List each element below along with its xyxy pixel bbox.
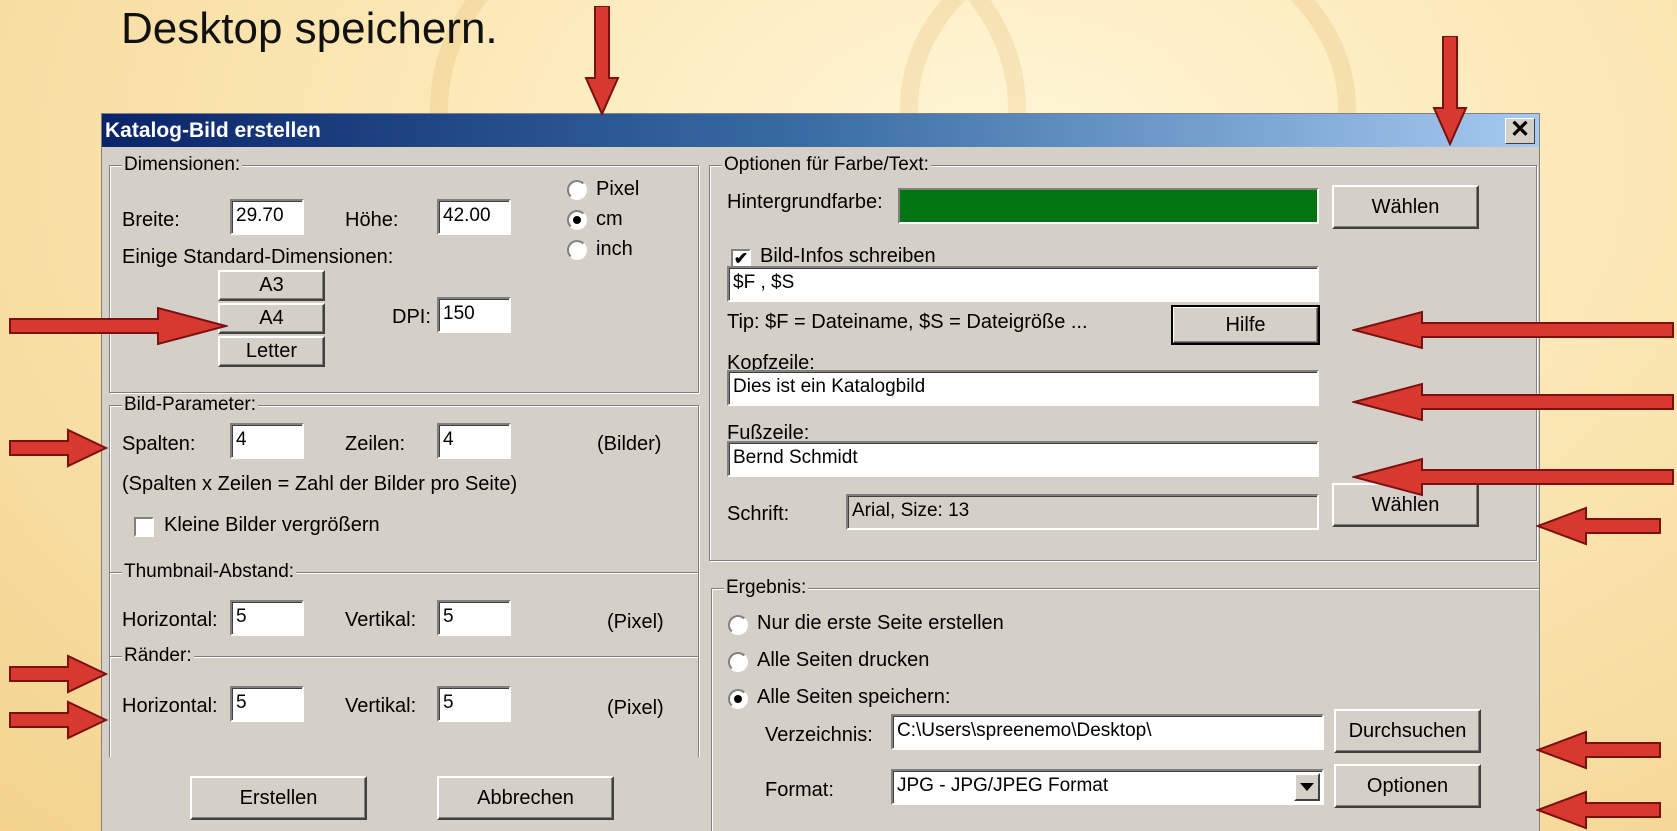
browse-button[interactable]: Durchsuchen bbox=[1334, 709, 1481, 753]
dialog-title: Katalog-Bild erstellen bbox=[105, 119, 321, 142]
dpi-label: DPI: bbox=[392, 306, 431, 328]
slide-title: Desktop speichern. bbox=[121, 4, 498, 53]
margins-vertical-label: Vertikal: bbox=[345, 695, 417, 717]
save-all-radio[interactable] bbox=[728, 689, 748, 709]
image-params-legend: Bild-Parameter: bbox=[122, 394, 258, 416]
margins-separator: Ränder: bbox=[110, 645, 698, 667]
format-selected-value: JPG - JPG/JPEG Format bbox=[897, 775, 1109, 796]
height-label: Höhe: bbox=[345, 209, 399, 231]
width-input[interactable]: 29.70 bbox=[230, 199, 304, 235]
footer-input[interactable]: Bernd Schmidt bbox=[727, 441, 1319, 477]
create-button[interactable]: Erstellen bbox=[190, 776, 367, 820]
result-legend: Ergebnis: bbox=[724, 577, 809, 599]
arrow-down-icon bbox=[584, 6, 620, 116]
columns-input[interactable]: 4 bbox=[230, 423, 304, 459]
font-display: Arial, Size: 13 bbox=[846, 494, 1319, 530]
format-options-button[interactable]: Optionen bbox=[1334, 764, 1481, 808]
spacing-vertical-input[interactable]: 5 bbox=[437, 600, 511, 636]
background-color-swatch[interactable] bbox=[898, 188, 1319, 224]
preset-letter-button[interactable]: Letter bbox=[218, 336, 325, 367]
help-button[interactable]: Hilfe bbox=[1171, 305, 1320, 345]
dialog-titlebar[interactable]: Katalog-Bild erstellen ✕ bbox=[102, 114, 1539, 147]
unit-inch-radio[interactable] bbox=[567, 240, 587, 260]
spacing-vertical-label: Vertikal: bbox=[345, 609, 417, 631]
arrow-right-icon bbox=[9, 654, 108, 694]
spacing-horizontal-input[interactable]: 5 bbox=[230, 600, 304, 636]
first-page-only-label: Nur die erste Seite erstellen bbox=[757, 612, 1004, 634]
presets-label: Einige Standard-Dimensionen: bbox=[122, 246, 394, 268]
margins-unit-label: (Pixel) bbox=[607, 697, 664, 719]
arrow-left-icon bbox=[1352, 382, 1674, 422]
tip-text: Tip: $F = Dateiname, $S = Dateigröße ... bbox=[727, 311, 1088, 333]
image-info-input[interactable]: $F , $S bbox=[727, 266, 1319, 302]
arrow-right-icon bbox=[9, 306, 228, 346]
dimensions-legend: Dimensionen: bbox=[122, 154, 243, 176]
width-label: Breite: bbox=[122, 209, 180, 231]
dimensions-group: Dimensionen: Breite: 29.70 Höhe: 42.00 P… bbox=[109, 154, 699, 393]
spacing-horizontal-label: Horizontal: bbox=[122, 609, 218, 631]
first-page-only-radio[interactable] bbox=[728, 615, 748, 635]
close-button[interactable]: ✕ bbox=[1505, 118, 1535, 144]
rows-input[interactable]: 4 bbox=[437, 423, 511, 459]
rows-label: Zeilen: bbox=[345, 433, 406, 455]
chevron-down-icon[interactable] bbox=[1294, 773, 1320, 801]
result-group: Ergebnis: Nur die erste Seite erstellen … bbox=[711, 577, 1539, 831]
unit-pixel-label: Pixel bbox=[596, 178, 640, 200]
close-icon: ✕ bbox=[1509, 116, 1531, 143]
format-select[interactable]: JPG - JPG/JPEG Format bbox=[891, 769, 1324, 805]
enlarge-checkbox[interactable] bbox=[134, 517, 154, 537]
arrow-left-icon bbox=[1536, 730, 1661, 770]
dpi-input[interactable]: 150 bbox=[437, 297, 511, 333]
images-unit-label: (Bilder) bbox=[597, 433, 662, 455]
choose-background-button[interactable]: Wählen bbox=[1332, 185, 1479, 229]
write-info-label: Bild-Infos schreiben bbox=[760, 245, 936, 267]
directory-label: Verzeichnis: bbox=[765, 724, 873, 746]
enlarge-label: Kleine Bilder vergrößern bbox=[164, 514, 380, 536]
catalog-dialog: Katalog-Bild erstellen ✕ Dimensionen: Br… bbox=[102, 114, 1539, 831]
arrow-right-icon bbox=[9, 700, 108, 740]
margins-legend: Ränder: bbox=[122, 645, 194, 667]
columns-label: Spalten: bbox=[122, 433, 196, 455]
font-label: Schrift: bbox=[727, 503, 790, 525]
unit-cm-radio[interactable] bbox=[567, 210, 587, 230]
height-input[interactable]: 42.00 bbox=[437, 199, 511, 235]
thumbnail-spacing-legend: Thumbnail-Abstand: bbox=[122, 561, 297, 583]
arrow-left-icon bbox=[1536, 506, 1661, 546]
thumbnail-spacing-separator: Thumbnail-Abstand: bbox=[110, 561, 698, 583]
unit-cm-label: cm bbox=[596, 208, 623, 230]
arrow-left-icon bbox=[1352, 457, 1674, 497]
margins-horizontal-label: Horizontal: bbox=[122, 695, 218, 717]
arrow-left-icon bbox=[1352, 310, 1674, 350]
unit-pixel-radio[interactable] bbox=[567, 180, 587, 200]
directory-input[interactable]: C:\Users\spreenemo\Desktop\ bbox=[891, 714, 1324, 750]
cancel-button[interactable]: Abbrechen bbox=[437, 776, 614, 820]
color-text-options-legend: Optionen für Farbe/Text: bbox=[722, 154, 931, 176]
spacing-unit-label: (Pixel) bbox=[607, 611, 664, 633]
color-text-options-group: Optionen für Farbe/Text: Hintergrundfarb… bbox=[709, 154, 1537, 561]
print-all-label: Alle Seiten drucken bbox=[757, 649, 930, 671]
margins-vertical-input[interactable]: 5 bbox=[437, 686, 511, 722]
margins-horizontal-input[interactable]: 5 bbox=[230, 686, 304, 722]
save-all-label: Alle Seiten speichern: bbox=[757, 686, 951, 708]
arrow-down-icon bbox=[1432, 36, 1468, 146]
unit-inch-label: inch bbox=[596, 238, 633, 260]
columns-rows-hint: (Spalten x Zeilen = Zahl der Bilder pro … bbox=[122, 473, 518, 495]
print-all-radio[interactable] bbox=[728, 652, 748, 672]
background-color-label: Hintergrundfarbe: bbox=[727, 191, 883, 213]
format-label: Format: bbox=[765, 779, 834, 801]
preset-a3-button[interactable]: A3 bbox=[218, 270, 325, 301]
preset-a4-button[interactable]: A4 bbox=[218, 303, 325, 334]
arrow-right-icon bbox=[9, 428, 108, 468]
header-input[interactable]: Dies ist ein Katalogbild bbox=[727, 370, 1319, 406]
arrow-left-icon bbox=[1536, 790, 1661, 830]
